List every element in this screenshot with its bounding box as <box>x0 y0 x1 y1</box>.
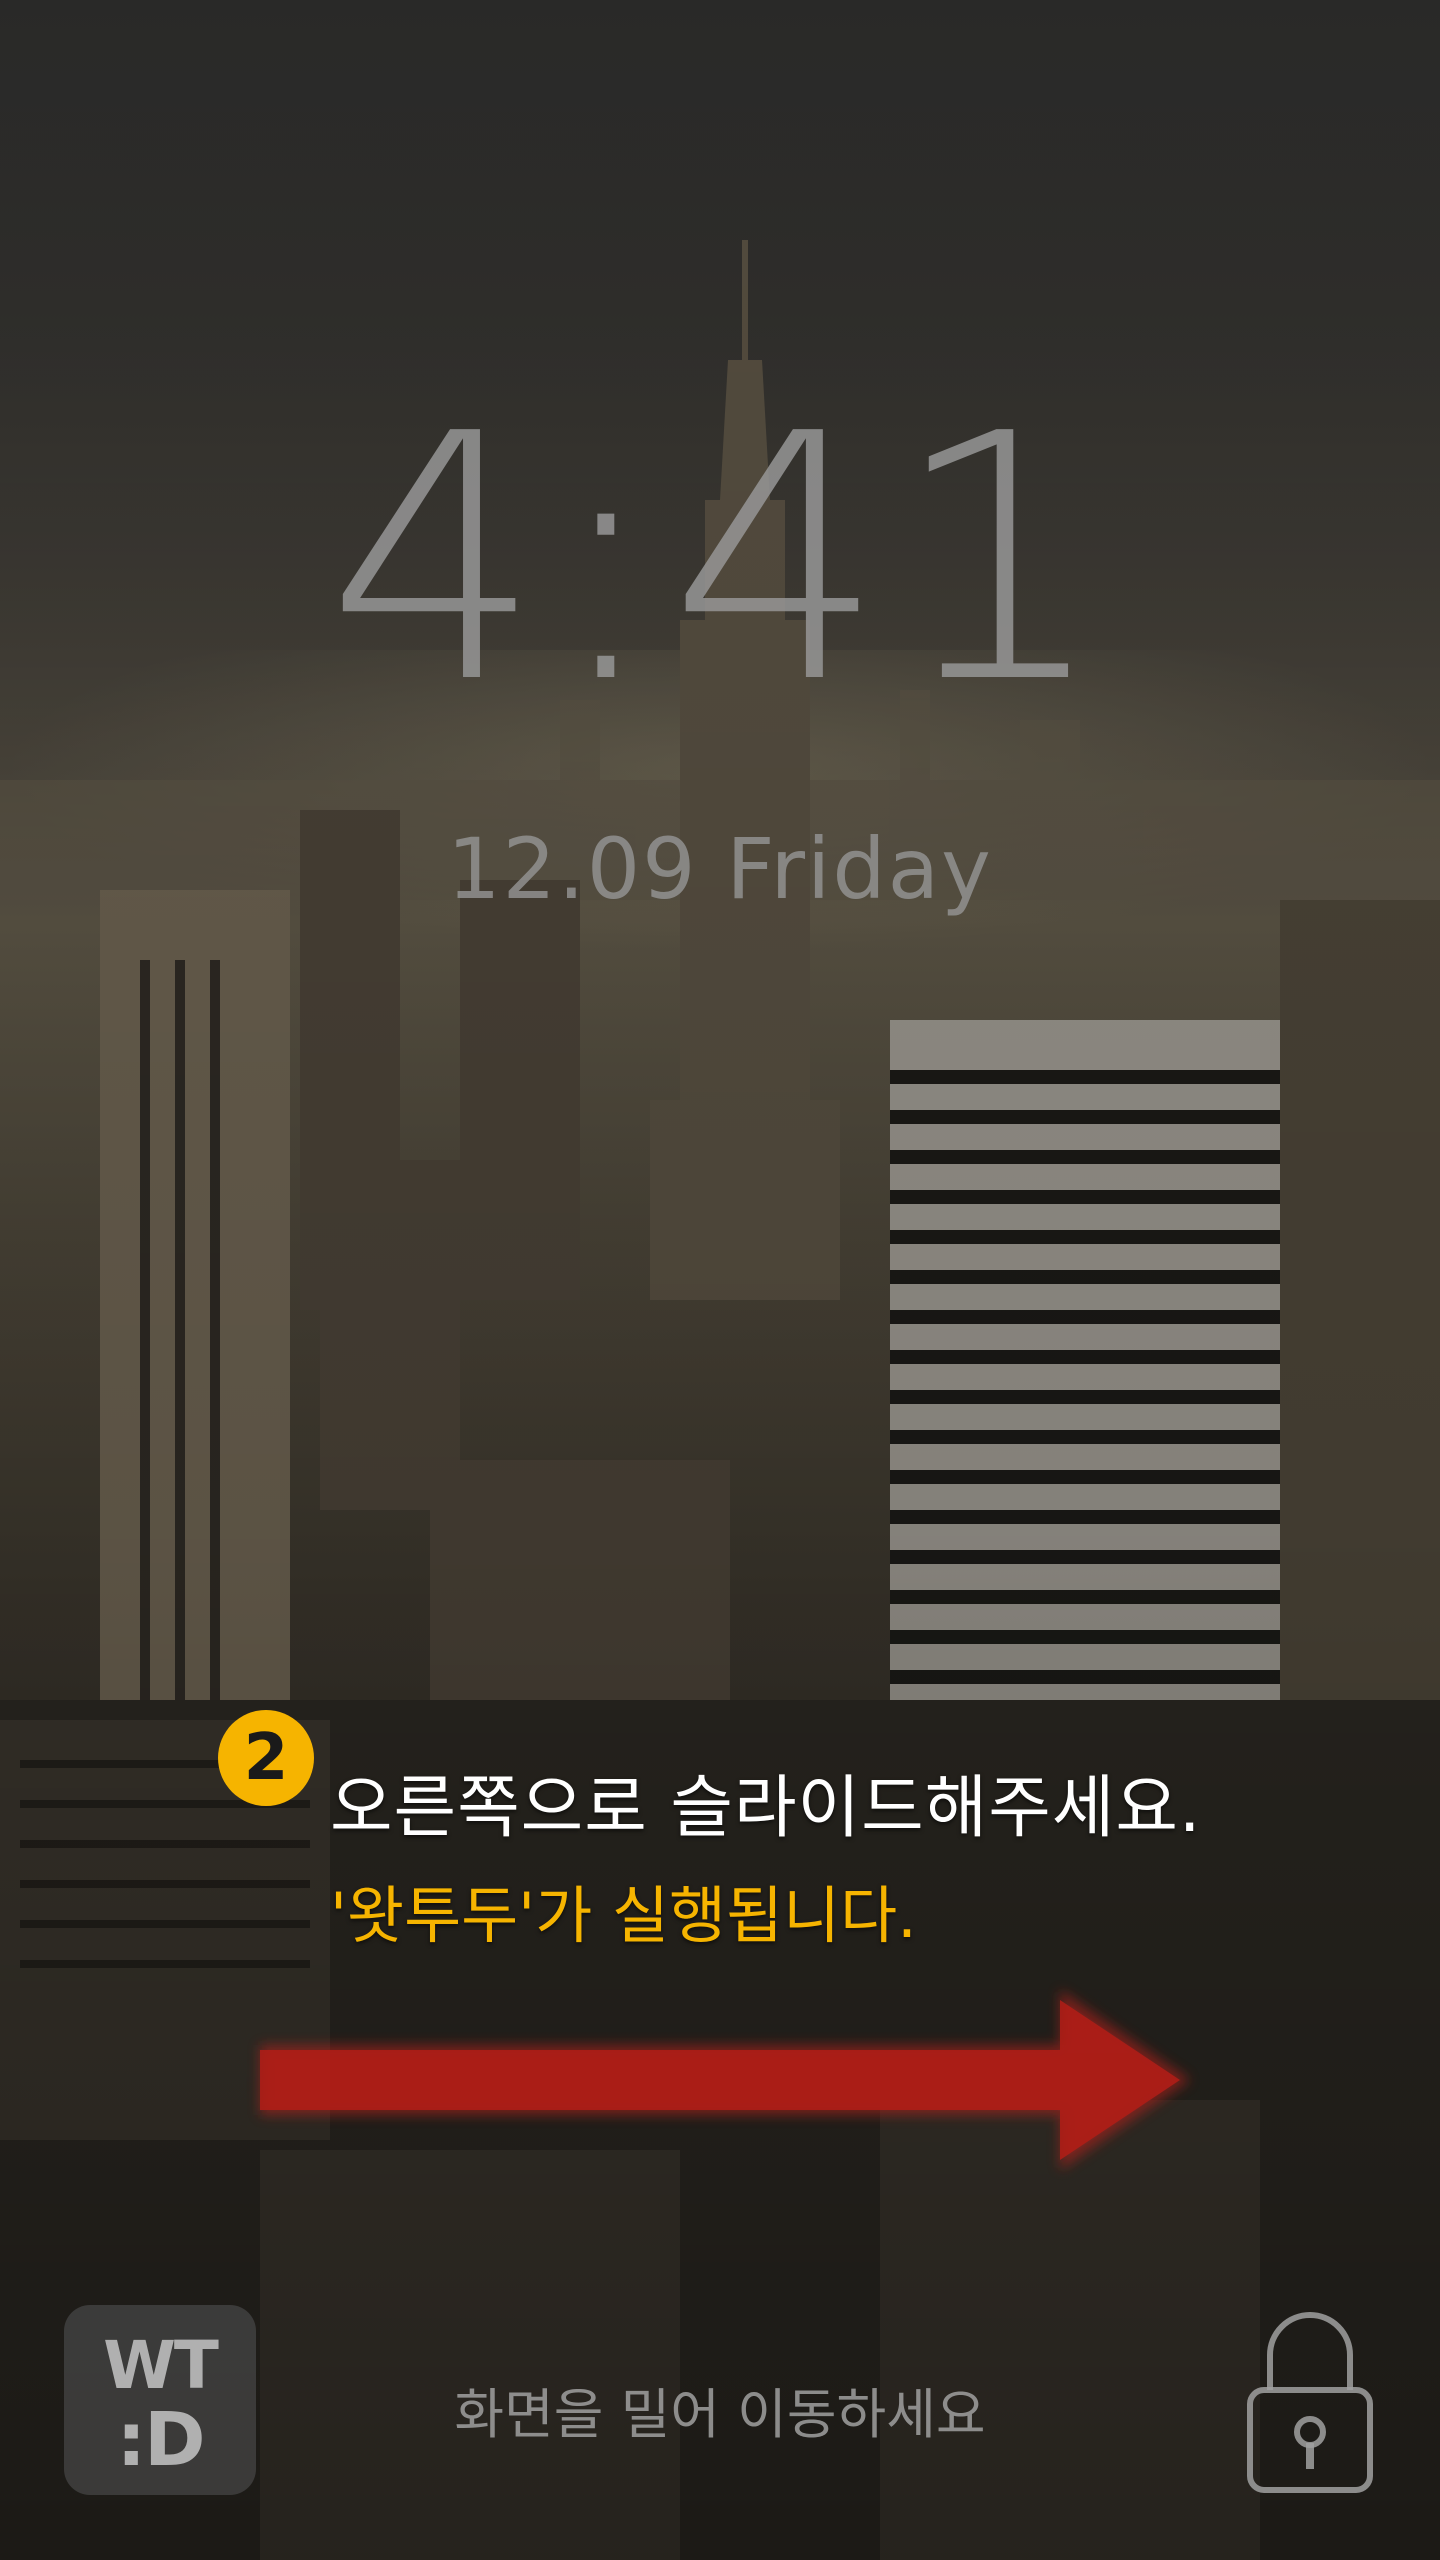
tutorial-subtext: '왓투두'가 실행됩니다. <box>330 1879 917 1952</box>
tutorial-instruction: 오른쪽으로 슬라이드해주세요. <box>330 1769 1202 1848</box>
lockscreen-date: 12.09 Friday <box>447 820 993 918</box>
unlock-icon[interactable] <box>1240 2300 1380 2500</box>
arrow-right-icon <box>260 1990 1190 2170</box>
swipe-hint: 화면을 밀어 이동하세요 <box>454 2383 986 2446</box>
tutorial-step-badge: 2 <box>218 1710 314 1806</box>
lockscreen-clock: 4:41 <box>326 362 1114 758</box>
